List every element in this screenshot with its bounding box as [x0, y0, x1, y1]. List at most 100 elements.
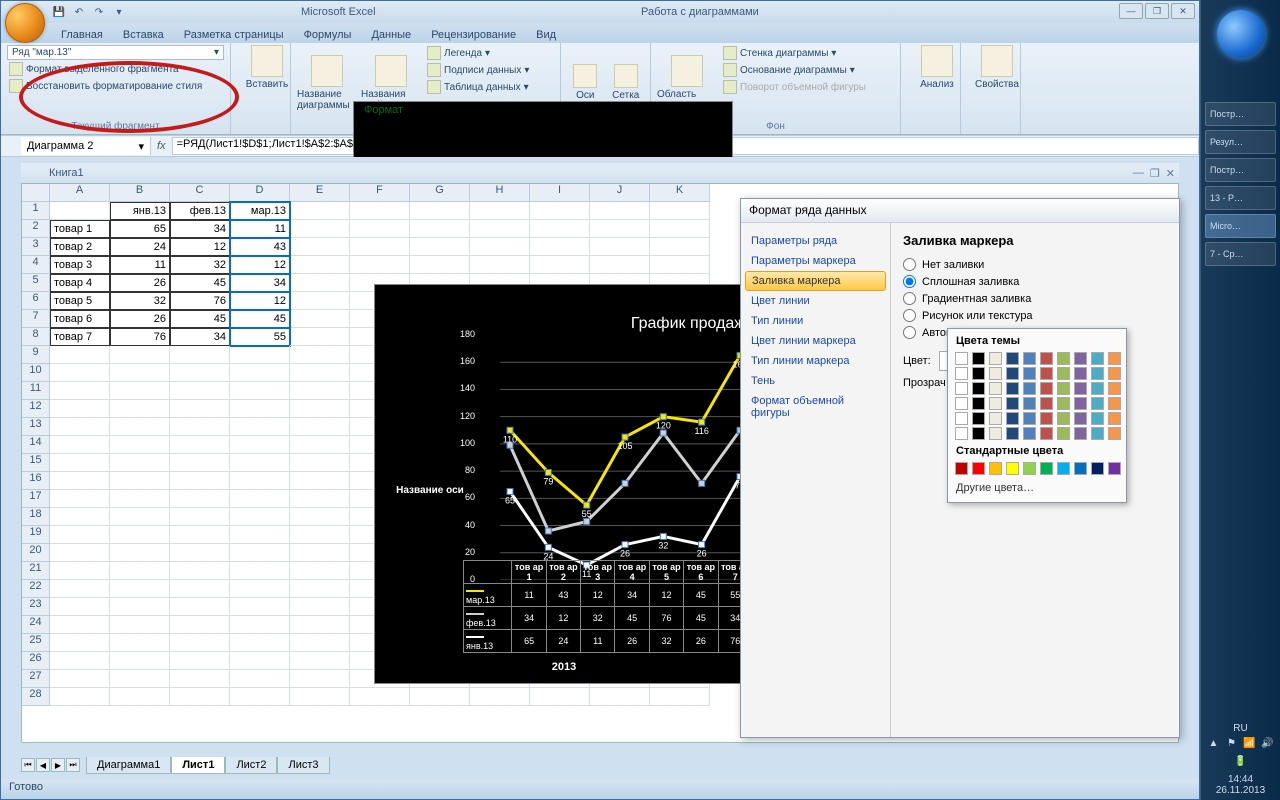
- row-header[interactable]: 26: [22, 652, 50, 670]
- row-header[interactable]: 28: [22, 688, 50, 706]
- cell[interactable]: 45: [230, 310, 290, 328]
- cell[interactable]: [230, 616, 290, 634]
- cell[interactable]: [230, 346, 290, 364]
- cell[interactable]: [50, 472, 110, 490]
- row-header[interactable]: 18: [22, 508, 50, 526]
- clock-time[interactable]: 14:44: [1201, 774, 1280, 785]
- qat-dropdown-icon[interactable]: ▾: [111, 4, 127, 20]
- color-swatch[interactable]: [1091, 352, 1104, 365]
- cell[interactable]: [650, 220, 710, 238]
- cell[interactable]: [230, 688, 290, 706]
- cell[interactable]: товар 3: [50, 256, 110, 274]
- cell[interactable]: [50, 400, 110, 418]
- tab-formulas[interactable]: Формулы: [294, 27, 362, 43]
- color-swatch[interactable]: [1006, 352, 1019, 365]
- color-swatch[interactable]: [1006, 412, 1019, 425]
- color-swatch[interactable]: [972, 412, 985, 425]
- color-swatch[interactable]: [1108, 382, 1121, 395]
- color-swatch[interactable]: [1074, 412, 1087, 425]
- dialog-title[interactable]: Формат ряда данных: [741, 199, 1179, 223]
- cell[interactable]: [50, 598, 110, 616]
- cell[interactable]: [110, 652, 170, 670]
- chart-title-button[interactable]: Название диаграммы: [297, 45, 357, 120]
- color-swatch[interactable]: [955, 382, 968, 395]
- color-swatch[interactable]: [1023, 352, 1036, 365]
- col-header[interactable]: D: [230, 184, 290, 202]
- cell[interactable]: [290, 328, 350, 346]
- col-header[interactable]: G: [410, 184, 470, 202]
- cell[interactable]: 11: [110, 256, 170, 274]
- cell[interactable]: [230, 634, 290, 652]
- cell[interactable]: [50, 652, 110, 670]
- cell[interactable]: товар 4: [50, 274, 110, 292]
- color-swatch[interactable]: [1091, 382, 1104, 395]
- tray-volume-icon[interactable]: 🔊: [1261, 738, 1275, 752]
- color-swatch[interactable]: [972, 427, 985, 440]
- color-swatch[interactable]: [989, 412, 1002, 425]
- taskbar-item[interactable]: 13 - Р…: [1205, 186, 1276, 210]
- cell[interactable]: [530, 238, 590, 256]
- color-swatch[interactable]: [955, 427, 968, 440]
- chart-floor-button[interactable]: Основание диаграммы ▾: [721, 62, 868, 78]
- row-header[interactable]: 17: [22, 490, 50, 508]
- color-swatch[interactable]: [1006, 397, 1019, 410]
- cell[interactable]: [170, 418, 230, 436]
- cell[interactable]: [530, 688, 590, 706]
- color-swatch[interactable]: [1023, 462, 1036, 475]
- row-header[interactable]: 2: [22, 220, 50, 238]
- row-header[interactable]: 25: [22, 634, 50, 652]
- cell[interactable]: [170, 598, 230, 616]
- more-colors-button[interactable]: Другие цвета…: [952, 478, 1122, 498]
- cell[interactable]: янв.13: [110, 202, 170, 220]
- cell[interactable]: [50, 418, 110, 436]
- color-swatch[interactable]: [989, 382, 1002, 395]
- cell[interactable]: [290, 562, 350, 580]
- color-swatch[interactable]: [1074, 397, 1087, 410]
- cell[interactable]: [290, 400, 350, 418]
- color-swatch[interactable]: [1057, 352, 1070, 365]
- cell[interactable]: 43: [230, 238, 290, 256]
- cell[interactable]: 45: [170, 310, 230, 328]
- cell[interactable]: [230, 544, 290, 562]
- tray-network-icon[interactable]: 📶: [1243, 738, 1257, 752]
- row-header[interactable]: 1: [22, 202, 50, 220]
- cell[interactable]: [50, 436, 110, 454]
- color-swatch[interactable]: [1091, 397, 1104, 410]
- cell[interactable]: [290, 238, 350, 256]
- col-header[interactable]: H: [470, 184, 530, 202]
- color-swatch[interactable]: [972, 367, 985, 380]
- cell[interactable]: [170, 652, 230, 670]
- sheet-tab-2[interactable]: Лист2: [225, 757, 277, 774]
- row-header[interactable]: 14: [22, 436, 50, 454]
- cell[interactable]: [470, 220, 530, 238]
- color-swatch[interactable]: [1040, 352, 1053, 365]
- cell[interactable]: [110, 400, 170, 418]
- clock-date[interactable]: 26.11.2013: [1201, 785, 1280, 796]
- cell[interactable]: [650, 256, 710, 274]
- row-header[interactable]: 6: [22, 292, 50, 310]
- row-header[interactable]: 20: [22, 544, 50, 562]
- cell[interactable]: [170, 580, 230, 598]
- nav-3d-format[interactable]: Формат объемной фигуры: [741, 391, 890, 423]
- row-header[interactable]: 16: [22, 472, 50, 490]
- radio-gradient[interactable]: [903, 292, 916, 305]
- color-swatch[interactable]: [1108, 397, 1121, 410]
- office-button[interactable]: [5, 3, 45, 43]
- cell[interactable]: [350, 238, 410, 256]
- cell[interactable]: [590, 688, 650, 706]
- color-swatch[interactable]: [1057, 427, 1070, 440]
- cell[interactable]: 76: [110, 328, 170, 346]
- cell[interactable]: [170, 670, 230, 688]
- nav-marker-line-color[interactable]: Цвет линии маркера: [741, 331, 890, 351]
- cell[interactable]: [590, 220, 650, 238]
- color-swatch[interactable]: [972, 382, 985, 395]
- color-swatch[interactable]: [989, 352, 1002, 365]
- row-header[interactable]: 3: [22, 238, 50, 256]
- tab-nav-first[interactable]: ⏮: [21, 758, 35, 772]
- row-header[interactable]: 13: [22, 418, 50, 436]
- row-header[interactable]: 8: [22, 328, 50, 346]
- cell[interactable]: [110, 454, 170, 472]
- col-header[interactable]: B: [110, 184, 170, 202]
- lang-indicator[interactable]: RU: [1201, 723, 1280, 734]
- cell[interactable]: [230, 472, 290, 490]
